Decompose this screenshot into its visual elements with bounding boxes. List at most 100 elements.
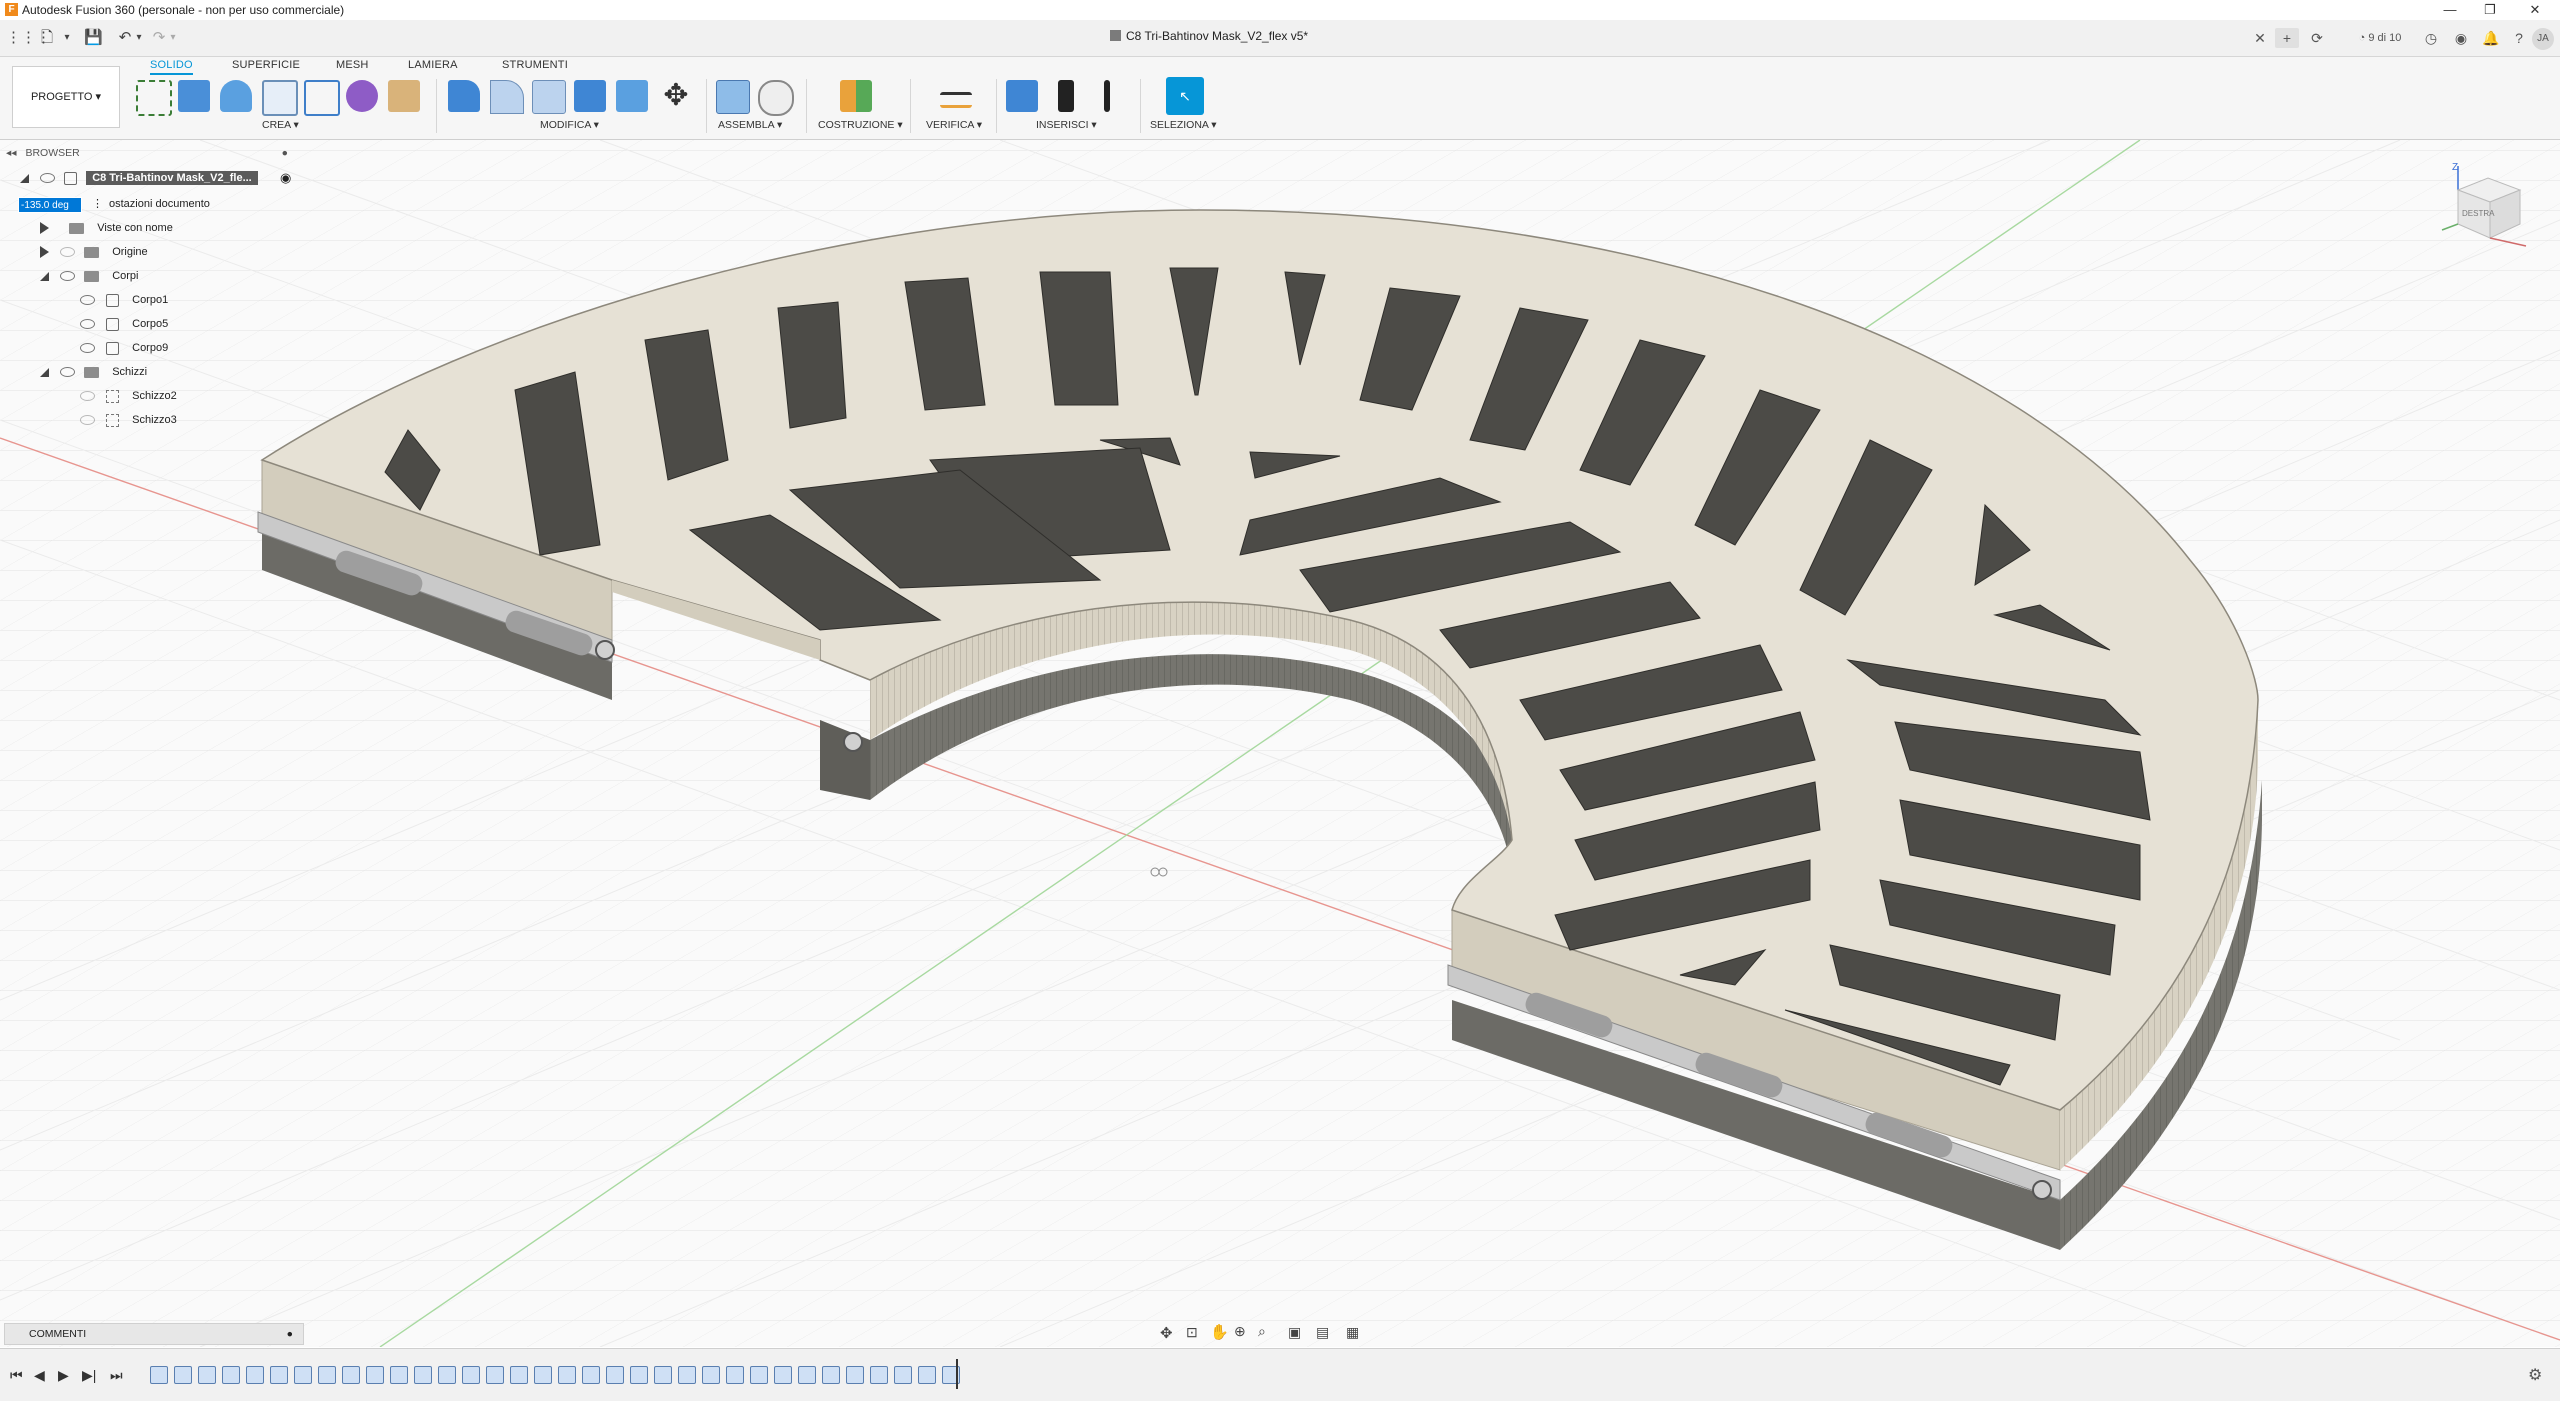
timeline-marker[interactable] (956, 1359, 958, 1389)
timeline-feature[interactable] (438, 1366, 456, 1384)
timeline-feature[interactable] (750, 1366, 768, 1384)
timeline-feature[interactable] (462, 1366, 480, 1384)
extrude-icon[interactable] (178, 80, 210, 112)
new-component-icon[interactable] (716, 80, 750, 114)
shell-icon[interactable] (574, 80, 606, 112)
derive-icon[interactable] (388, 80, 420, 112)
form-icon[interactable] (346, 80, 378, 112)
timeline-feature[interactable] (918, 1366, 936, 1384)
browser-row-named-views[interactable]: Viste con nome (40, 217, 173, 239)
timeline-start-button[interactable]: ⏮ (10, 1367, 23, 1384)
expand-icon[interactable] (40, 222, 49, 235)
timeline-feature[interactable] (534, 1366, 552, 1384)
combine-icon[interactable] (616, 80, 648, 112)
browser-row-sketch2[interactable]: Schizzo2 (80, 385, 177, 407)
move-copy-icon[interactable]: ✥ (660, 80, 692, 112)
tab-strumenti[interactable]: STRUMENTI (502, 59, 568, 71)
expand-icon[interactable] (20, 173, 29, 183)
timeline-feature[interactable] (198, 1366, 216, 1384)
viewport-canvas[interactable] (0, 140, 2560, 1347)
offset-plane-icon[interactable] (840, 80, 872, 112)
timeline-feature[interactable] (174, 1366, 192, 1384)
timeline-next-button[interactable]: ▶| (82, 1367, 96, 1384)
timeline-feature[interactable] (582, 1366, 600, 1384)
look-at-icon[interactable]: ⊡ (1186, 1324, 1198, 1341)
viewcube[interactable]: Z DESTRA (2440, 160, 2530, 250)
orbit-icon[interactable]: ✥ (1160, 1324, 1173, 1342)
group-assembla[interactable]: ASSEMBLA ▾ (718, 119, 782, 131)
group-costruzione[interactable]: COSTRUZIONE ▾ (818, 119, 903, 131)
comments-panel[interactable]: COMMENTI ● (4, 1323, 304, 1345)
comments-options-icon[interactable]: ● (287, 1324, 293, 1344)
chamfer-icon[interactable] (532, 80, 566, 114)
visibility-icon[interactable] (80, 319, 95, 330)
help-icon[interactable]: ? (2508, 28, 2530, 48)
close-tab-button[interactable]: ✕ (2250, 28, 2270, 48)
grid-settings-icon[interactable]: ▤ (1316, 1324, 1329, 1341)
visibility-icon[interactable] (80, 415, 95, 426)
timeline-feature[interactable] (870, 1366, 888, 1384)
browser-row-body1[interactable]: Corpo1 (80, 289, 168, 311)
tab-mesh[interactable]: MESH (336, 59, 369, 71)
visibility-icon[interactable] (60, 367, 76, 378)
group-crea[interactable]: CREA ▾ (262, 119, 299, 131)
timeline-feature[interactable] (246, 1366, 264, 1384)
joint-icon[interactable] (758, 80, 794, 116)
viewcube-graphic[interactable]: Z DESTRA (2440, 160, 2530, 250)
notification-bell-icon[interactable]: 🔔 (2480, 28, 2502, 48)
group-seleziona[interactable]: SELEZIONA ▾ (1150, 119, 1217, 131)
visibility-icon[interactable] (80, 295, 95, 306)
browser-row-sketch3[interactable]: Schizzo3 (80, 409, 177, 431)
timeline-feature[interactable] (366, 1366, 384, 1384)
collapse-panel-icon[interactable]: ◂◂ (6, 147, 17, 159)
expand-icon[interactable] (40, 367, 49, 377)
timeline-feature[interactable] (846, 1366, 864, 1384)
timeline-feature[interactable] (294, 1366, 312, 1384)
tab-superficie[interactable]: SUPERFICIE (232, 59, 300, 71)
pan-icon[interactable]: ✋ (1210, 1323, 1229, 1341)
fillet-icon[interactable] (490, 80, 524, 114)
visibility-icon[interactable] (40, 173, 56, 184)
timeline-prev-button[interactable]: ◀ (34, 1367, 45, 1384)
hole-icon[interactable] (262, 80, 298, 116)
minimize-button[interactable]: — (2430, 1, 2470, 19)
save-icon[interactable]: 💾 (84, 29, 103, 47)
panel-options-icon[interactable]: ● (282, 143, 288, 163)
visibility-icon[interactable] (60, 271, 76, 282)
insert-canvas-icon[interactable] (1006, 80, 1038, 112)
expand-icon[interactable] (40, 246, 49, 259)
browser-row-body5[interactable]: Corpo5 (80, 313, 168, 335)
timeline-feature[interactable] (270, 1366, 288, 1384)
visibility-icon[interactable] (80, 343, 95, 354)
zoom-icon[interactable]: ⊕ (1234, 1323, 1246, 1340)
tab-lamiera[interactable]: LAMIERA (408, 59, 458, 71)
restore-button[interactable]: ❐ (2470, 1, 2510, 19)
file-dropdown-icon[interactable]: ▾ (58, 29, 76, 47)
close-window-button[interactable]: ✕ (2515, 1, 2555, 19)
timeline-feature[interactable] (630, 1366, 648, 1384)
expand-icon[interactable] (40, 271, 49, 281)
new-tab-button[interactable]: + (2275, 28, 2299, 48)
extensions-icon[interactable]: ⟳ (2305, 28, 2329, 48)
timeline-feature[interactable] (822, 1366, 840, 1384)
timeline-end-button[interactable]: ⏭ (110, 1367, 123, 1384)
select-icon[interactable]: ↖ (1166, 77, 1204, 115)
revolve-icon[interactable] (220, 80, 252, 112)
timeline-feature[interactable] (558, 1366, 576, 1384)
online-status-icon[interactable]: ◉ (2450, 28, 2472, 48)
fit-icon[interactable]: ⌕ (1258, 1323, 1266, 1340)
undo-dropdown-icon[interactable]: ▾ (130, 29, 148, 47)
browser-root-item[interactable]: C8 Tri-Bahtinov Mask_V2_fle... (20, 167, 258, 189)
group-inserisci[interactable]: INSERISCI ▾ (1036, 119, 1097, 131)
browser-header[interactable]: ◂◂ BROWSER ● (2, 143, 300, 163)
angle-value-input[interactable] (18, 197, 82, 213)
redo-dropdown-icon[interactable]: ▾ (164, 29, 182, 47)
timeline-feature[interactable] (798, 1366, 816, 1384)
browser-row-sketches[interactable]: Schizzi (40, 361, 147, 383)
create-sketch-icon[interactable] (136, 80, 172, 116)
workspace-switcher-button[interactable]: PROGETTO ▾ (12, 66, 120, 128)
user-avatar[interactable]: JA (2532, 28, 2554, 50)
group-verifica[interactable]: VERIFICA ▾ (926, 119, 982, 131)
press-pull-icon[interactable] (448, 80, 480, 112)
insert-mcmaster-icon[interactable] (1058, 80, 1074, 112)
